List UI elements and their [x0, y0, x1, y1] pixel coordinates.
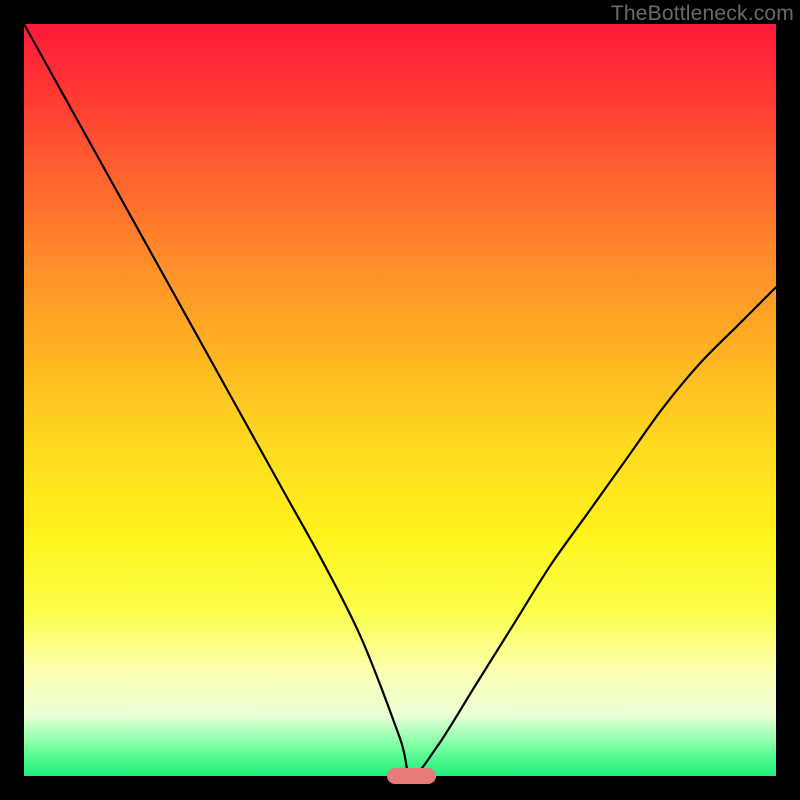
optimal-marker	[387, 768, 436, 784]
bottleneck-curve	[24, 24, 776, 776]
watermark-text: TheBottleneck.com	[611, 2, 794, 26]
chart-frame	[24, 24, 776, 776]
